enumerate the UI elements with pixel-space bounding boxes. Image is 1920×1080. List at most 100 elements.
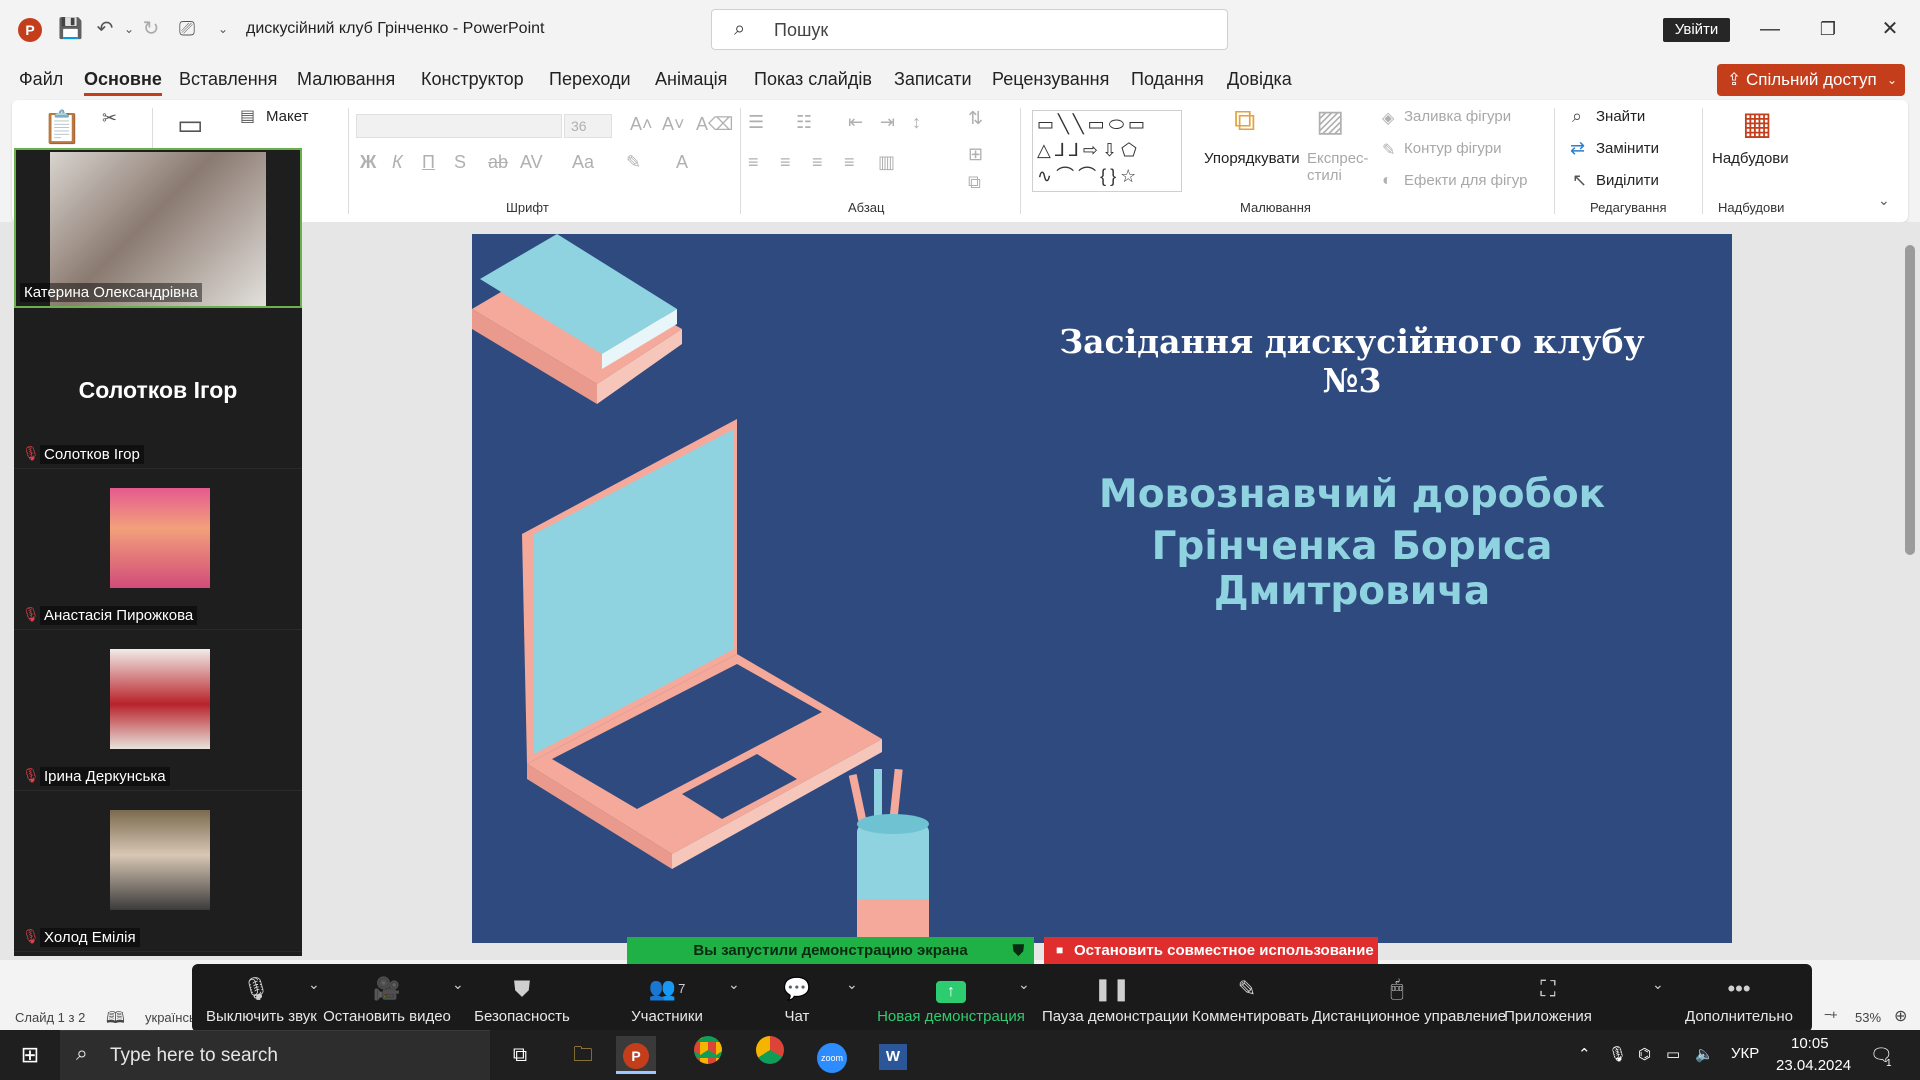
char-spacing-icon[interactable]: AV xyxy=(520,152,543,173)
replace-button[interactable]: Замінити xyxy=(1596,140,1659,157)
undo-icon[interactable]: ↶ xyxy=(94,18,116,40)
shape-fill-icon[interactable]: ◈ xyxy=(1382,108,1394,128)
tab-home[interactable]: Основне xyxy=(84,69,162,96)
zoom-app-icon[interactable]: zoom xyxy=(812,1036,852,1074)
quick-styles-button[interactable]: Експрес-стилі xyxy=(1307,150,1377,184)
participant-tile[interactable]: 🎙 Ірина Деркунська xyxy=(14,631,302,791)
show-hidden-icons-icon[interactable]: ⌃ xyxy=(1578,1045,1591,1063)
quick-styles-icon[interactable]: ▨ xyxy=(1316,104,1344,139)
justify-icon[interactable]: ≡ xyxy=(844,152,855,173)
zoom-in-icon[interactable]: + xyxy=(1830,1007,1838,1022)
pause-share-button[interactable]: ❚❚ Пауза демонстрации xyxy=(1042,974,1188,1025)
addins-icon[interactable]: ▦ xyxy=(1742,104,1772,142)
decrease-font-icon[interactable]: A˅ xyxy=(662,114,685,135)
font-name-dropdown[interactable] xyxy=(356,114,562,138)
participant-tile[interactable]: 🎙 Холод Емілія xyxy=(14,792,302,952)
tab-design[interactable]: Конструктор xyxy=(421,69,524,90)
shape-outline-button[interactable]: Контур фігури xyxy=(1404,140,1501,157)
zoom-level[interactable]: 53% xyxy=(1855,1010,1881,1025)
font-size-dropdown[interactable]: 36 xyxy=(564,114,612,138)
powerpoint-taskbar-icon[interactable]: P xyxy=(616,1036,656,1074)
scrollbar-thumb[interactable] xyxy=(1905,245,1915,555)
chat-button[interactable]: 💬 Чат xyxy=(762,974,832,1025)
align-text-icon[interactable]: ⊞ xyxy=(968,144,983,165)
volume-icon[interactable]: 🔈 xyxy=(1695,1045,1714,1063)
slide-subtitle-line2[interactable]: Грінченка Бориса Дмитровича xyxy=(1012,524,1692,614)
participants-button[interactable]: 👥 7 Участники xyxy=(612,974,722,1025)
tab-slideshow[interactable]: Показ слайдів xyxy=(754,69,872,90)
task-view-icon[interactable]: ⧉ xyxy=(500,1036,540,1074)
increase-indent-icon[interactable]: ⇥ xyxy=(880,112,895,133)
minimize-icon[interactable]: — xyxy=(1755,16,1785,42)
stop-sharing-button[interactable]: ■ Остановить совместное использование xyxy=(1044,937,1378,964)
arrange-button[interactable]: Упорядкувати xyxy=(1204,150,1300,167)
shape-effects-icon[interactable]: ◐ xyxy=(1382,172,1392,190)
layout-icon[interactable]: ▤ xyxy=(240,106,255,126)
decrease-indent-icon[interactable]: ⇤ xyxy=(848,112,863,133)
tab-file[interactable]: Файл xyxy=(19,69,63,90)
font-color-icon[interactable]: A xyxy=(676,152,688,173)
shape-effects-button[interactable]: Ефекти для фігур xyxy=(1404,172,1527,189)
find-button[interactable]: Знайти xyxy=(1596,108,1645,125)
microphone-tray-icon[interactable]: 🎙 xyxy=(1608,1045,1627,1063)
align-left-icon[interactable]: ≡ xyxy=(748,152,759,173)
undo-dropdown-icon[interactable]: ⌄ xyxy=(118,18,140,40)
wifi-icon[interactable]: ⌬ xyxy=(1638,1045,1651,1063)
file-explorer-icon[interactable]: 🗀 xyxy=(563,1036,603,1074)
italic-icon[interactable]: К xyxy=(392,152,403,173)
slide-title[interactable]: Засідання дискусійного клубу №3 xyxy=(1032,322,1672,400)
present-icon[interactable]: ⎚ xyxy=(176,18,198,40)
chevron-down-icon[interactable]: ⌄ xyxy=(1018,976,1030,993)
tab-view[interactable]: Подання xyxy=(1131,69,1204,90)
chevron-down-icon[interactable]: ⌄ xyxy=(728,976,740,993)
collapse-ribbon-icon[interactable]: ⌄ xyxy=(1878,192,1890,209)
customize-qat-icon[interactable]: ⌄ xyxy=(212,18,234,40)
fit-slide-icon[interactable]: ⊕ xyxy=(1894,1006,1907,1026)
clear-format-icon[interactable]: A⌫ xyxy=(696,114,733,135)
text-direction-icon[interactable]: ⇅ xyxy=(968,108,983,129)
mute-button[interactable]: 🎙 Выключить звук xyxy=(206,974,317,1025)
bold-icon[interactable]: Ж xyxy=(360,152,376,173)
smartart-icon[interactable]: ⧉ xyxy=(968,172,981,193)
windows-start-icon[interactable]: ⊞ xyxy=(10,1036,50,1074)
increase-font-icon[interactable]: A˄ xyxy=(630,114,653,135)
clock-time[interactable]: 10:05 xyxy=(1791,1035,1829,1052)
new-slide-icon[interactable]: ▭ xyxy=(177,108,203,141)
remote-control-button[interactable]: 🖱 Дистанционное управление xyxy=(1312,974,1506,1025)
tab-record[interactable]: Записати xyxy=(894,69,972,90)
share-button[interactable]: ⇪ Спільний доступ ⌄ xyxy=(1717,64,1905,96)
battery-icon[interactable]: ▭ xyxy=(1666,1045,1680,1063)
tab-draw[interactable]: Малювання xyxy=(297,69,395,90)
participant-tile[interactable]: 🎙 Анастасія Пирожкова xyxy=(14,470,302,630)
tab-help[interactable]: Довідка xyxy=(1227,69,1292,90)
highlight-icon[interactable]: ✎ xyxy=(626,152,641,173)
redo-icon[interactable]: ↻ xyxy=(140,18,162,40)
word-icon[interactable]: W xyxy=(873,1036,913,1074)
align-right-icon[interactable]: ≡ xyxy=(812,152,823,173)
chevron-down-icon[interactable]: ⌄ xyxy=(308,976,320,993)
arrange-icon[interactable]: ⧉ xyxy=(1234,104,1255,138)
clock-date[interactable]: 23.04.2024 xyxy=(1776,1057,1851,1074)
chrome-icon[interactable] xyxy=(688,1036,728,1074)
speaker-tile[interactable]: Катерина Олександрівна xyxy=(14,148,302,308)
shadow-icon[interactable]: S xyxy=(454,152,466,173)
chevron-down-icon[interactable]: ⌄ xyxy=(452,976,464,993)
chevron-down-icon[interactable]: ⌄ xyxy=(1652,976,1664,993)
strikethrough-icon[interactable]: ab xyxy=(488,152,508,173)
numbering-icon[interactable]: ☷ xyxy=(796,112,812,133)
cut-icon[interactable]: ✂ xyxy=(102,108,117,129)
close-icon[interactable]: ✕ xyxy=(1875,16,1905,42)
stop-video-button[interactable]: 🎥 Остановить видео xyxy=(322,974,452,1025)
change-case-icon[interactable]: Aa xyxy=(572,152,594,173)
columns-icon[interactable]: ▥ xyxy=(878,152,895,173)
input-language[interactable]: УКР xyxy=(1731,1045,1759,1062)
layout-button[interactable]: Макет xyxy=(266,108,308,125)
taskbar-search-input[interactable]: ⌕ Type here to search xyxy=(60,1030,490,1080)
signin-button[interactable]: Увійти xyxy=(1663,18,1730,42)
annotate-button[interactable]: ✎ Комментировать xyxy=(1192,974,1309,1025)
tab-transitions[interactable]: Переходи xyxy=(549,69,631,90)
align-center-icon[interactable]: ≡ xyxy=(780,152,791,173)
slide[interactable]: Засідання дискусійного клубу №3 Мовознав… xyxy=(472,234,1732,943)
more-button[interactable]: ••• Дополнительно xyxy=(1684,974,1794,1025)
new-share-button[interactable]: ↑ Новая демонстрация xyxy=(876,974,1026,1025)
